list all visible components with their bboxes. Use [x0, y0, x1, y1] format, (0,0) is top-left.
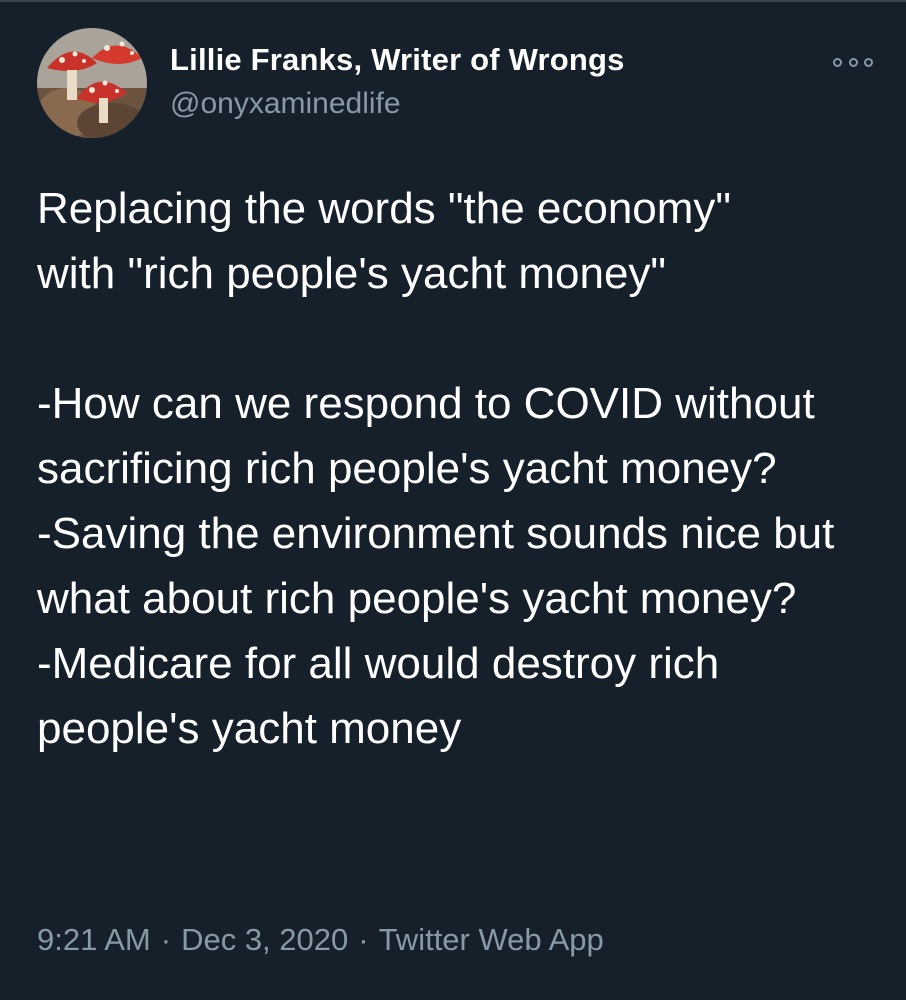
tweet-list-item: -Medicare for all would destroy rich peo…	[37, 639, 720, 753]
tweet-metadata: 9:21 AM · Dec 3, 2020 · Twitter Web App	[37, 922, 604, 958]
avatar-image	[37, 28, 147, 138]
more-dot-icon	[848, 57, 858, 67]
meta-separator: ·	[160, 922, 172, 957]
more-dot-icon	[833, 57, 842, 67]
author-handle[interactable]: @onyxaminedlife	[170, 87, 401, 121]
tweet-header: Lillie Franks, Writer of Wrongs @onyxami…	[37, 28, 877, 144]
more-options-icon[interactable]	[833, 52, 873, 72]
avatar[interactable]	[37, 28, 147, 138]
top-divider	[0, 0, 906, 2]
tweet-intro-line: Replacing the words "the economy"	[37, 184, 732, 233]
tweet-intro-line: with "rich people's yacht money"	[37, 249, 667, 298]
tweet-source[interactable]: Twitter Web App	[379, 922, 604, 957]
tweet-text: Replacing the words "the economy" with "…	[37, 176, 877, 761]
tweet-time[interactable]: 9:21 AM	[37, 922, 151, 957]
author-name[interactable]: Lillie Franks, Writer of Wrongs	[170, 42, 625, 78]
meta-separator: ·	[358, 922, 369, 957]
tweet-date[interactable]: Dec 3, 2020	[181, 922, 348, 957]
tweet-list-item: -How can we respond to COVID without sac…	[37, 379, 815, 493]
more-dot-icon	[864, 57, 873, 67]
tweet-list-item: -Saving the environment sounds nice but …	[37, 509, 835, 623]
